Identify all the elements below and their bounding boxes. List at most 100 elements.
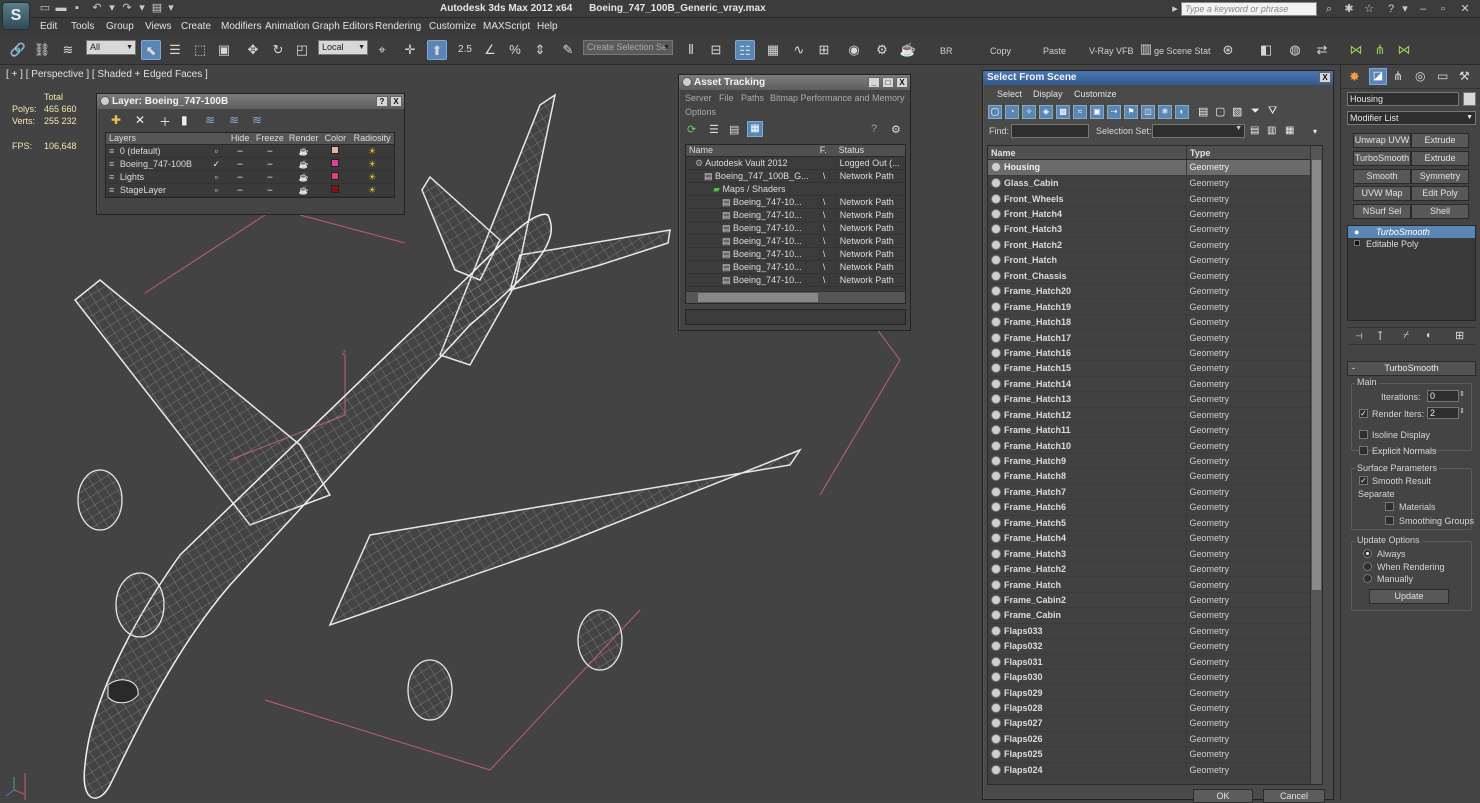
freeze-all-layers-icon[interactable]: ≋ bbox=[252, 113, 262, 127]
minimize-window-icon[interactable]: – bbox=[1416, 2, 1430, 16]
filter-shapes-icon[interactable]: ◔ bbox=[1005, 105, 1019, 119]
menu-graph-editors[interactable]: Graph Editors bbox=[312, 21, 374, 32]
asset-row[interactable]: ▤ Boeing_747_100B_G... \ Network Path bbox=[686, 170, 905, 183]
sfs-row[interactable]: Flaps028 Geometry bbox=[988, 700, 1312, 717]
expand-toggle-icon[interactable] bbox=[1354, 240, 1360, 246]
find-input[interactable] bbox=[1011, 124, 1089, 138]
sfs-title-bar[interactable]: Select From Scene X bbox=[983, 71, 1333, 85]
sfs-row[interactable]: Frame_Hatch9 Geometry bbox=[988, 453, 1312, 470]
asset-options-icon[interactable]: ⚙ bbox=[891, 123, 901, 136]
layer-color-swatch[interactable] bbox=[321, 158, 351, 170]
layer-render-icon[interactable]: ☕ bbox=[287, 173, 321, 182]
configure-modifier-sets-icon[interactable]: ⊞ bbox=[1455, 329, 1464, 342]
curve-editor-icon[interactable]: ∿ bbox=[789, 40, 809, 60]
redo-dropdown-icon[interactable]: ▾ bbox=[135, 2, 149, 15]
keyboard-shortcut-override-icon[interactable]: ⬆ bbox=[427, 40, 447, 60]
display-tab-icon[interactable]: ▭ bbox=[1437, 69, 1448, 83]
sfs-row[interactable]: Frame_Hatch7 Geometry bbox=[988, 484, 1312, 501]
sfs-row[interactable]: Frame_Hatch15 Geometry bbox=[988, 360, 1312, 377]
sfs-row[interactable]: Front_Hatch2 Geometry bbox=[988, 237, 1312, 254]
sfs-vertical-scrollbar[interactable] bbox=[1310, 146, 1322, 784]
asset-row[interactable]: ▤ Boeing_747-10... \ Network Path bbox=[686, 235, 905, 248]
asset-scroll-thumb[interactable] bbox=[698, 293, 818, 302]
select-and-rotate-icon[interactable]: ↻ bbox=[268, 40, 288, 60]
menu-maxscript[interactable]: MAXScript bbox=[483, 21, 530, 32]
render-setup-icon[interactable]: ⚙ bbox=[872, 40, 892, 60]
menu-animation[interactable]: Animation bbox=[265, 21, 309, 32]
sfs-row[interactable]: Frame_Hatch4 Geometry bbox=[988, 530, 1312, 547]
filter-xrefs-icon[interactable]: ⇢ bbox=[1107, 105, 1121, 119]
find-options-icon[interactable]: ▦ bbox=[1285, 125, 1294, 136]
asset-close-button[interactable]: X bbox=[896, 77, 908, 88]
create-tab-icon[interactable]: ✸ bbox=[1349, 69, 1360, 85]
selection-set-dropdown[interactable]: ▼ bbox=[1152, 124, 1245, 138]
layer-row[interactable]: ≡ StageLayer ▫ ━ ━ ☕ ☀ bbox=[106, 184, 394, 197]
make-unique-icon[interactable]: ⌿ bbox=[1403, 330, 1409, 341]
menu-help[interactable]: Help bbox=[537, 21, 558, 32]
select-and-scale-icon[interactable]: ◰ bbox=[292, 40, 312, 60]
select-manipulate-icon[interactable]: ✛ bbox=[400, 40, 420, 60]
sfs-row[interactable]: Frame_Hatch20 Geometry bbox=[988, 283, 1312, 300]
menu-customize[interactable]: Customize bbox=[429, 21, 476, 32]
rectangular-selection-icon[interactable]: ⬚ bbox=[190, 40, 210, 60]
asset-menu-file[interactable]: File bbox=[719, 93, 734, 103]
hierarchy-tab-icon[interactable]: ⋔ bbox=[1393, 69, 1403, 83]
layer-hide-icon[interactable]: ━ bbox=[227, 186, 253, 195]
modifier-list-dropdown[interactable]: Modifier List ▼ bbox=[1347, 111, 1476, 125]
sfs-row[interactable]: Frame_Hatch5 Geometry bbox=[988, 515, 1312, 532]
undo-dropdown-icon[interactable]: ▾ bbox=[105, 2, 119, 15]
layer-name[interactable]: StageLayer bbox=[120, 185, 205, 195]
sfs-row[interactable]: Front_Wheels Geometry bbox=[988, 190, 1312, 207]
sfs-menu-customize[interactable]: Customize bbox=[1074, 89, 1117, 99]
sfs-row[interactable]: Flaps026 Geometry bbox=[988, 731, 1312, 748]
asset-row[interactable]: ▤ Boeing_747-10... \ Network Path bbox=[686, 196, 905, 209]
asset-col-name[interactable]: Name bbox=[686, 145, 820, 156]
layer-row[interactable]: ≡ 0 (default) ▫ ━ ━ ☕ ☀ bbox=[106, 145, 394, 158]
asset-maximize-button[interactable]: □ bbox=[882, 77, 894, 88]
copy-button[interactable]: Copy bbox=[990, 46, 1011, 56]
filter-hidden-icon[interactable]: ◐ bbox=[1175, 105, 1189, 119]
layer-freeze-icon[interactable]: ━ bbox=[253, 147, 287, 156]
sfs-scroll-thumb[interactable] bbox=[1312, 160, 1321, 590]
sfs-row[interactable]: Frame_Hatch13 Geometry bbox=[988, 391, 1312, 408]
sfs-row[interactable]: Front_Hatch3 Geometry bbox=[988, 221, 1312, 238]
filter-bones-icon[interactable]: ⚑ bbox=[1124, 105, 1138, 119]
asset-row[interactable]: ▤ Boeing_747-10... \ Network Path bbox=[686, 261, 905, 274]
sort-icon[interactable]: ▤ bbox=[1250, 125, 1259, 136]
layer-current-icon[interactable]: ▫ bbox=[205, 172, 227, 182]
layer-color-swatch[interactable] bbox=[321, 184, 351, 196]
script-tool-5-icon[interactable]: ⋔ bbox=[1370, 40, 1390, 60]
sfs-row[interactable]: Frame_Hatch Geometry bbox=[988, 576, 1312, 593]
open-file-icon[interactable]: ▬ bbox=[54, 2, 68, 15]
uvw-map-button[interactable]: UVW Map bbox=[1353, 186, 1411, 201]
object-name-input[interactable]: Housing bbox=[1347, 92, 1459, 106]
sfs-row[interactable]: Flaps027 Geometry bbox=[988, 715, 1312, 732]
layer-freeze-icon[interactable]: ━ bbox=[253, 186, 287, 195]
snaps-toggle[interactable]: 2.5 bbox=[455, 40, 475, 60]
filter-helpers-icon[interactable]: ▩ bbox=[1056, 105, 1070, 119]
asset-row[interactable]: ▤ Boeing_747-10... \ Network Path bbox=[686, 209, 905, 222]
col-freeze[interactable]: Freeze bbox=[253, 133, 287, 144]
angle-snap-icon[interactable]: ∠ bbox=[480, 40, 500, 60]
select-by-name-icon[interactable]: ☰ bbox=[165, 40, 185, 60]
close-window-icon[interactable]: ✕ bbox=[1458, 2, 1472, 16]
window-crossing-icon[interactable]: ▣ bbox=[214, 40, 234, 60]
sfs-row[interactable]: Flaps025 Geometry bbox=[988, 746, 1312, 763]
smooth-result-checkbox[interactable]: ✓ bbox=[1359, 476, 1368, 485]
add-to-layer-icon[interactable]: ＋ bbox=[159, 113, 171, 130]
hide-all-layers-icon[interactable]: ≋ bbox=[229, 113, 239, 127]
filter-spacewarps-icon[interactable]: ≈ bbox=[1073, 105, 1087, 119]
layer-render-icon[interactable]: ☕ bbox=[287, 147, 321, 156]
sfs-row[interactable]: Flaps033 Geometry bbox=[988, 623, 1312, 640]
layer-current-icon[interactable]: ✓ bbox=[205, 159, 227, 170]
percent-snap-icon[interactable]: % bbox=[505, 40, 525, 60]
iterations-spin-arrows-icon[interactable]: ⇕ bbox=[1459, 390, 1465, 398]
when-rendering-radio[interactable] bbox=[1363, 562, 1372, 571]
search-chevron-icon[interactable]: ▸ bbox=[1168, 2, 1182, 16]
align-icon[interactable]: ⊟ bbox=[706, 40, 726, 60]
viewport-label[interactable]: [ + ] [ Perspective ] [ Shaded + Edged F… bbox=[6, 69, 208, 80]
reference-coordinate-dropdown[interactable]: Local bbox=[318, 40, 368, 55]
script-tool-6-icon[interactable]: ⋈ bbox=[1394, 40, 1414, 60]
manually-radio[interactable] bbox=[1363, 574, 1372, 583]
menu-create[interactable]: Create bbox=[181, 21, 211, 32]
